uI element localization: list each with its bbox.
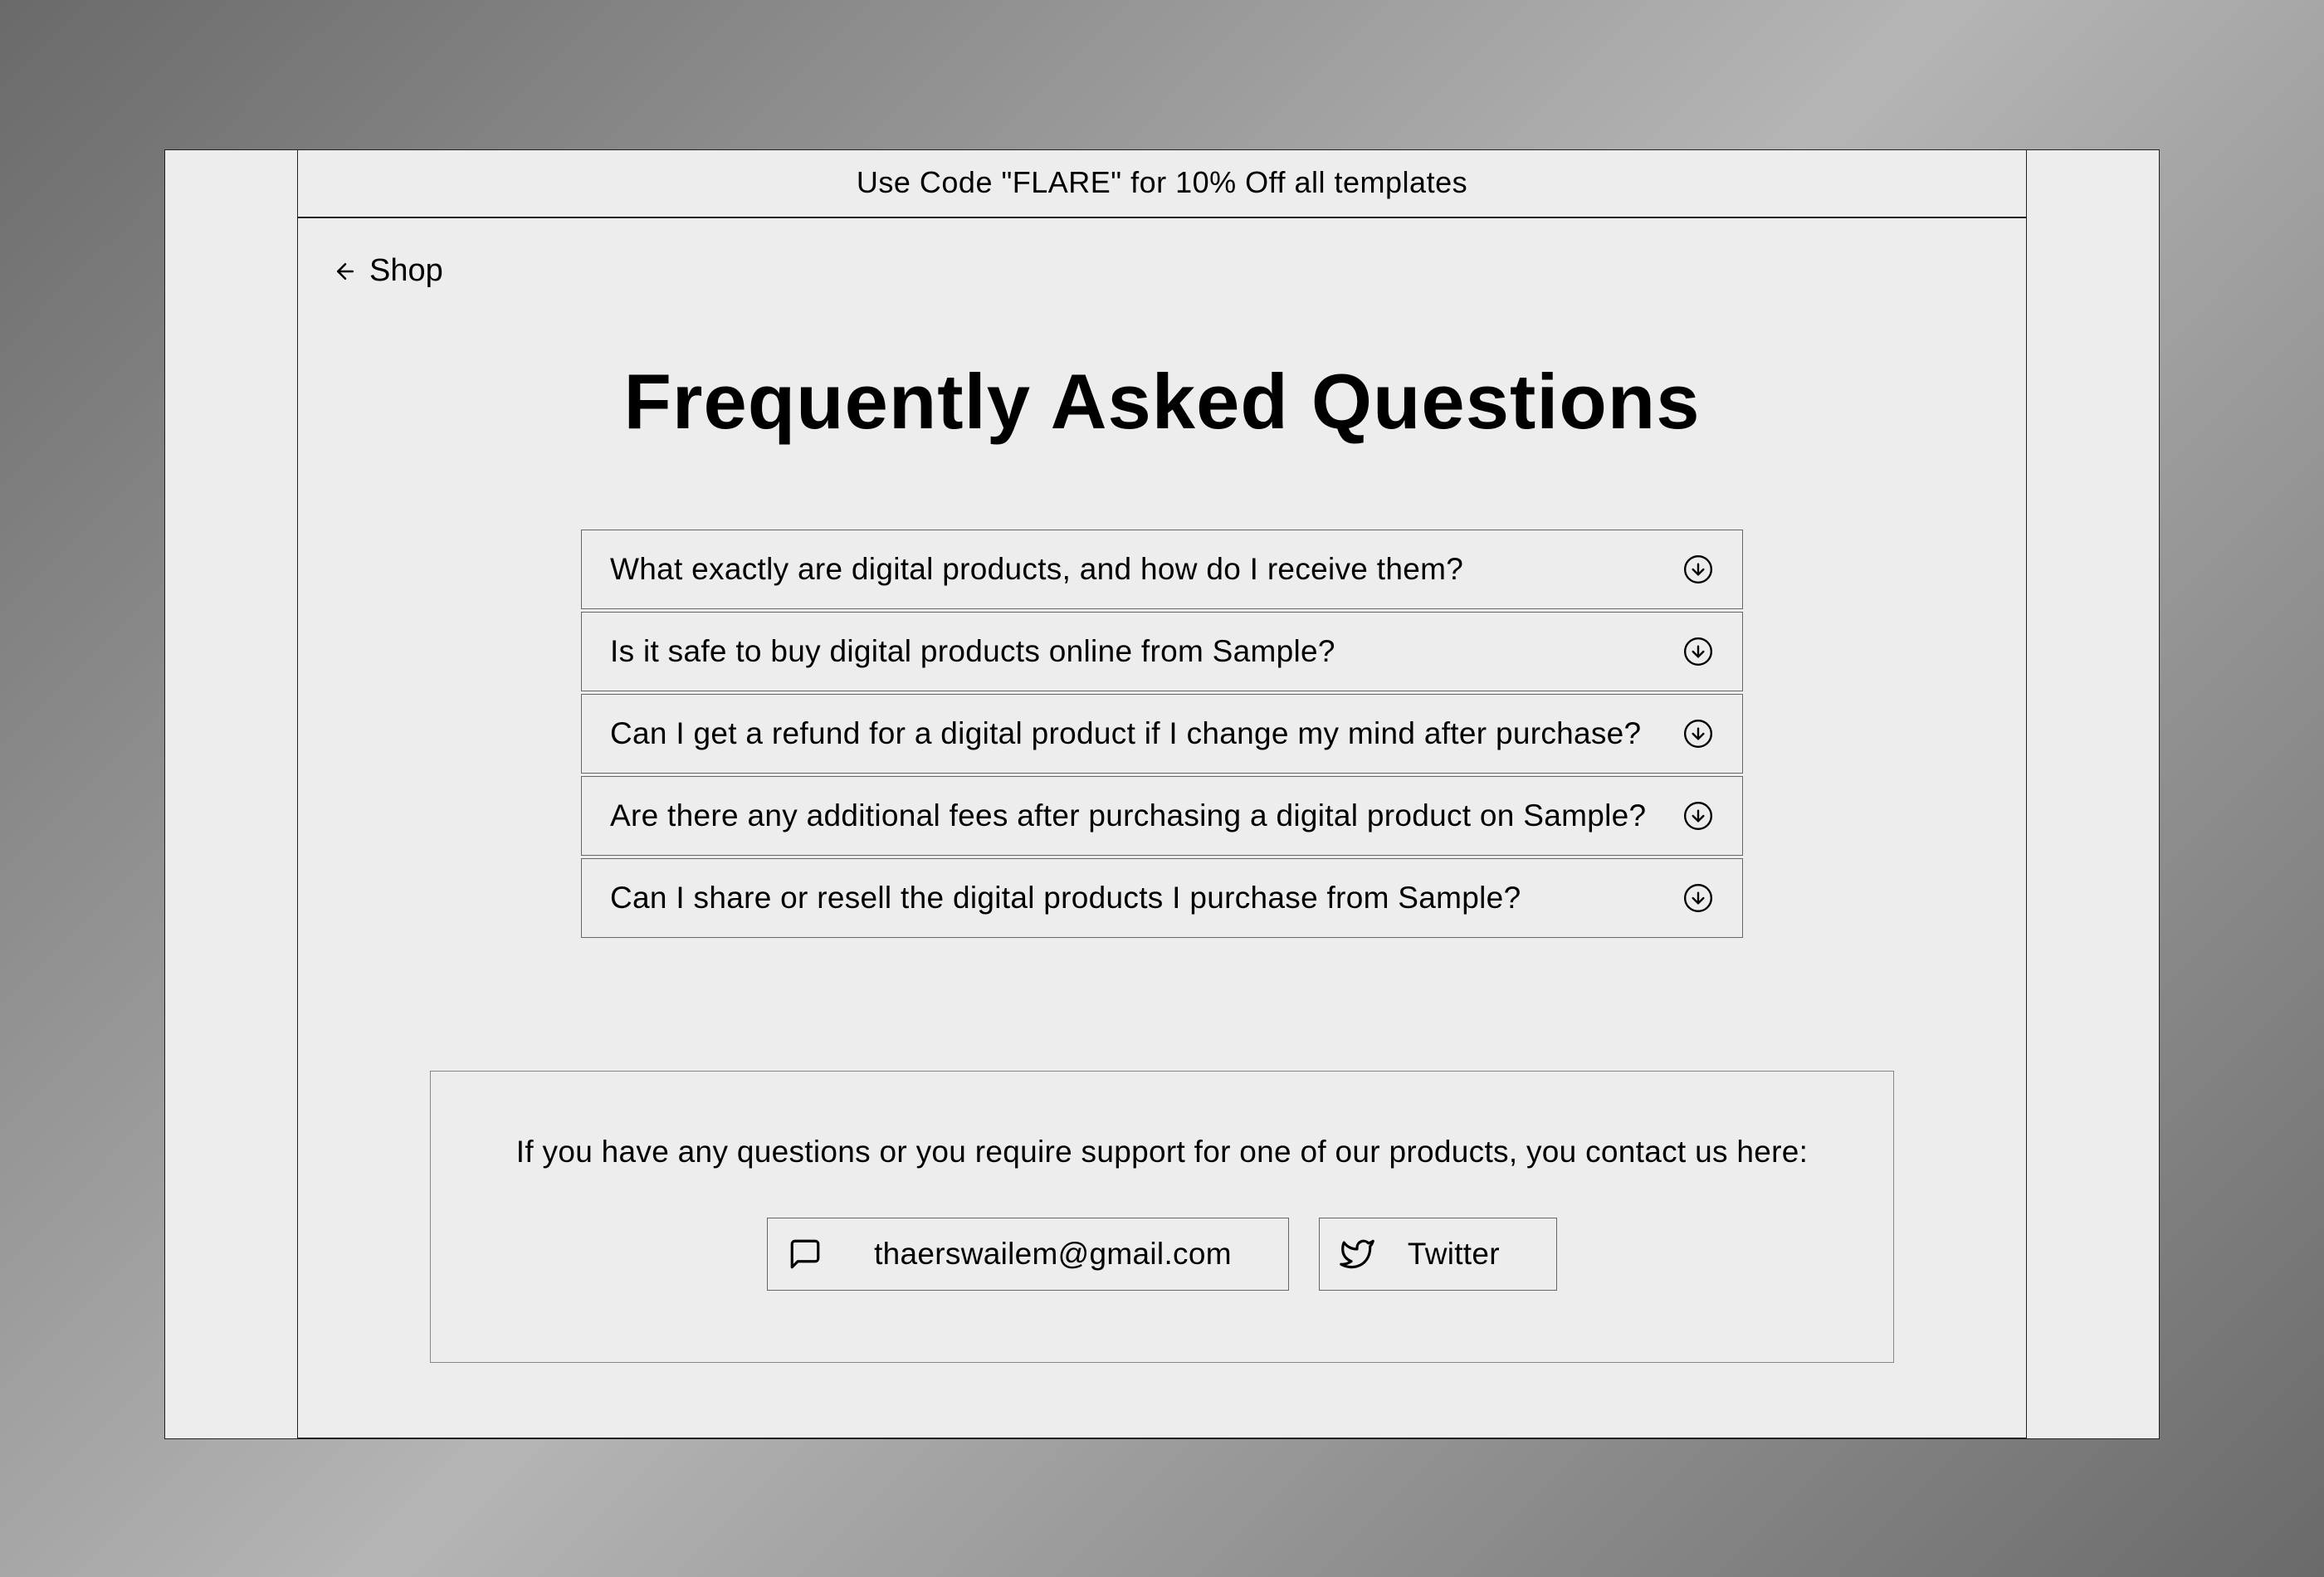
faq-question: Is it safe to buy digital products onlin… <box>610 634 1335 669</box>
faq-question: What exactly are digital products, and h… <box>610 552 1463 587</box>
page-title: Frequently Asked Questions <box>298 357 2026 447</box>
arrow-down-circle-icon <box>1682 718 1714 749</box>
mid-frame: Use Code "FLARE" for 10% Off all templat… <box>229 150 2095 1438</box>
arrow-down-circle-icon <box>1682 882 1714 914</box>
contact-section: If you have any questions or you require… <box>430 1071 1894 1363</box>
back-to-shop-link[interactable]: Shop <box>298 218 2026 289</box>
contact-prompt: If you have any questions or you require… <box>464 1135 1860 1169</box>
contact-twitter-button[interactable]: Twitter <box>1319 1218 1557 1291</box>
faq-item[interactable]: Can I get a refund for a digital product… <box>581 694 1743 774</box>
contact-buttons: thaerswailem@gmail.com Twitter <box>464 1218 1860 1291</box>
arrow-down-circle-icon <box>1682 636 1714 667</box>
contact-email-label: thaerswailem@gmail.com <box>874 1237 1232 1272</box>
arrow-left-icon <box>333 259 358 284</box>
inner-frame: Use Code "FLARE" for 10% Off all templat… <box>297 150 2027 1438</box>
arrow-down-circle-icon <box>1682 800 1714 832</box>
faq-question: Are there any additional fees after purc… <box>610 798 1646 833</box>
twitter-icon <box>1340 1237 1374 1272</box>
faq-question: Can I get a refund for a digital product… <box>610 716 1641 751</box>
contact-twitter-label: Twitter <box>1408 1237 1500 1272</box>
contact-email-button[interactable]: thaerswailem@gmail.com <box>767 1218 1289 1291</box>
outer-frame: Use Code "FLARE" for 10% Off all templat… <box>164 149 2160 1439</box>
faq-question: Can I share or resell the digital produc… <box>610 881 1521 915</box>
faq-item[interactable]: Is it safe to buy digital products onlin… <box>581 612 1743 691</box>
faq-item[interactable]: What exactly are digital products, and h… <box>581 530 1743 609</box>
back-link-label: Shop <box>369 253 443 289</box>
faq-item[interactable]: Can I share or resell the digital produc… <box>581 858 1743 938</box>
faq-list: What exactly are digital products, and h… <box>581 530 1743 938</box>
promo-banner: Use Code "FLARE" for 10% Off all templat… <box>298 150 2026 218</box>
faq-item[interactable]: Are there any additional fees after purc… <box>581 776 1743 856</box>
message-icon <box>788 1237 823 1272</box>
arrow-down-circle-icon <box>1682 554 1714 585</box>
